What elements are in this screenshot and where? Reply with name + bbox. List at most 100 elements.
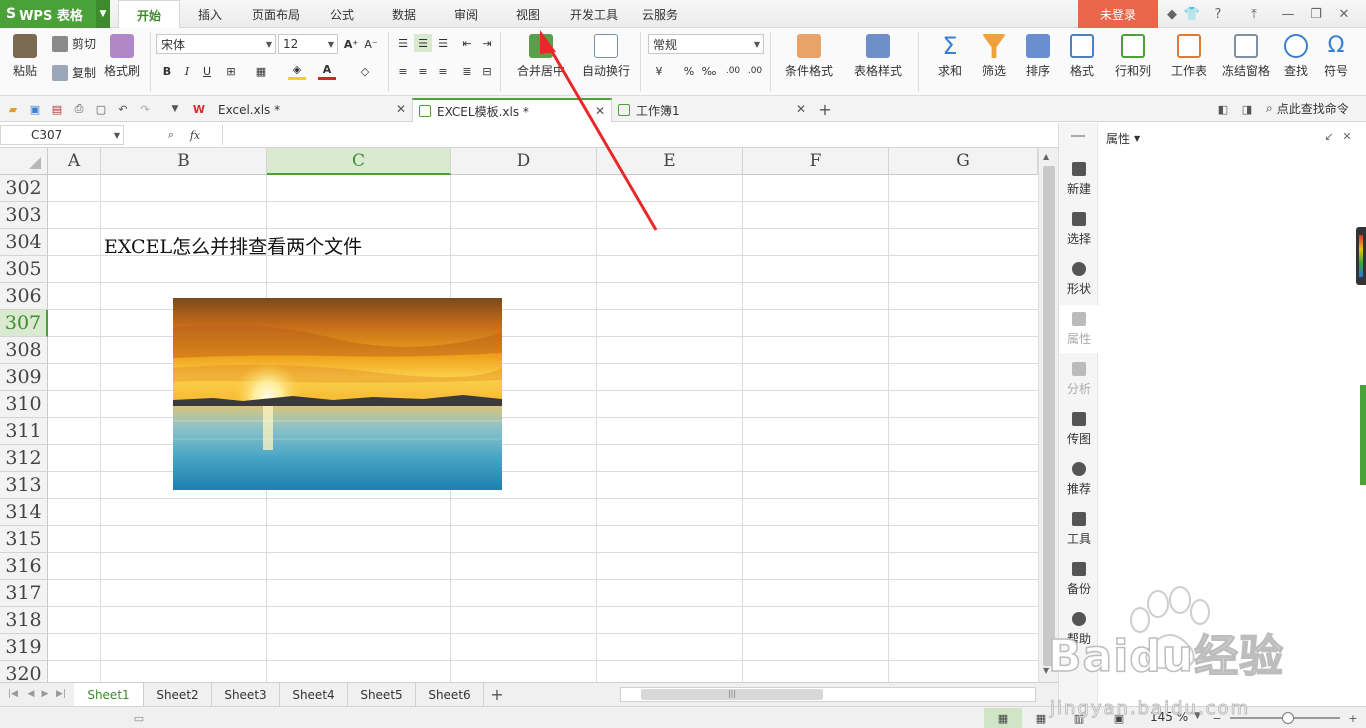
tab-page-layout[interactable]: 页面布局	[240, 0, 312, 28]
row-header[interactable]: 311	[0, 418, 48, 445]
doc-tab-excel-template[interactable]: EXCEL模板.xls * ✕	[412, 98, 612, 122]
new-tab-plus-icon[interactable]: +	[816, 100, 834, 119]
row-header[interactable]: 306	[0, 283, 48, 310]
row-header[interactable]: 308	[0, 337, 48, 364]
worksheet-button[interactable]: 工作表	[1164, 34, 1214, 79]
row-header[interactable]: 317	[0, 580, 48, 607]
undo-icon[interactable]: ↶	[114, 100, 132, 118]
row-header[interactable]: 318	[0, 607, 48, 634]
side-item-backup[interactable]: 备份	[1059, 555, 1099, 603]
print-preview-icon[interactable]: ▢	[92, 100, 110, 118]
wrap-text-button[interactable]: 自动换行	[580, 34, 632, 79]
side-item-upload-image[interactable]: 传图	[1059, 405, 1099, 453]
save-icon[interactable]: ▣	[26, 100, 44, 118]
normal-view-button[interactable]: ▦	[984, 708, 1022, 728]
tab-formula[interactable]: 公式	[316, 0, 368, 28]
share-icon[interactable]: ◨	[1238, 100, 1256, 118]
close-icon[interactable]: ✕	[1338, 127, 1356, 145]
row-header[interactable]: 316	[0, 553, 48, 580]
paste-button[interactable]: 粘贴	[8, 34, 42, 79]
cloud-doc-icon[interactable]: ◧	[1214, 100, 1232, 118]
cell-b304[interactable]: EXCEL怎么并排查看两个文件	[104, 232, 362, 259]
side-item-new[interactable]: 新建	[1059, 155, 1099, 203]
expand-sidebar-tab[interactable]	[1360, 385, 1366, 485]
copy-button[interactable]: 复制	[52, 64, 96, 81]
command-search[interactable]: ⌕ 点此查找命令	[1266, 100, 1349, 117]
underline-button[interactable]: U	[198, 62, 216, 80]
customize-dropdown-icon[interactable]: ▼	[166, 100, 184, 118]
column-header-f[interactable]: F	[743, 148, 889, 175]
help-icon[interactable]: ?	[1208, 4, 1228, 24]
page-break-view-icon[interactable]: ▦	[1032, 709, 1050, 727]
export-pdf-icon[interactable]: ▤	[48, 100, 66, 118]
close-icon[interactable]: ✕	[595, 104, 605, 118]
column-header-b[interactable]: B	[101, 148, 267, 175]
add-sheet-plus-icon[interactable]: +	[488, 685, 506, 704]
column-header-c[interactable]: C	[267, 148, 451, 175]
zoom-level[interactable]: 145 %	[1150, 710, 1188, 724]
tab-cloud[interactable]: 云服务	[634, 0, 686, 28]
scroll-up-icon[interactable]: ▲	[1043, 152, 1049, 161]
row-header[interactable]: 313	[0, 472, 48, 499]
skin-icon[interactable]: ◆	[1162, 4, 1182, 24]
filter-button[interactable]: 筛选	[974, 34, 1014, 79]
wps-app-menu-button[interactable]: S WPS 表格 ▼	[0, 0, 110, 28]
row-header[interactable]: 315	[0, 526, 48, 553]
floating-widget-handle[interactable]	[1356, 227, 1366, 285]
side-item-select[interactable]: 选择	[1059, 205, 1099, 253]
increase-decimal-button[interactable]: .00	[724, 62, 742, 80]
hscroll-thumb[interactable]: |||	[641, 689, 823, 700]
font-name-select[interactable]: 宋体 ▼	[156, 34, 276, 54]
tab-home[interactable]: 开始	[118, 0, 180, 29]
formula-input[interactable]	[222, 125, 1056, 145]
fill-color-icon[interactable]: ◈	[288, 62, 306, 80]
freeze-panes-button[interactable]: 冻结窗格	[1218, 34, 1274, 79]
zoom-dropdown-icon[interactable]: ▼	[1194, 711, 1201, 721]
conditional-format-button[interactable]: 条件格式	[778, 34, 840, 79]
sheet-tab-3[interactable]: Sheet3	[212, 683, 280, 706]
sheet-tab-4[interactable]: Sheet4	[280, 683, 348, 706]
select-all-corner[interactable]	[0, 148, 48, 175]
close-icon[interactable]: ✕	[796, 102, 806, 116]
distribute-icon[interactable]: ⊟	[478, 62, 496, 80]
tab-developer[interactable]: 开发工具	[564, 0, 624, 28]
tab-data[interactable]: 数据	[378, 0, 430, 28]
redo-icon[interactable]: ↷	[136, 100, 154, 118]
sheet-tab-1[interactable]: Sheet1	[74, 683, 144, 706]
row-header[interactable]: 312	[0, 445, 48, 472]
decrease-font-icon[interactable]: A⁻	[362, 35, 380, 53]
row-header[interactable]: 320	[0, 661, 48, 682]
indent-decrease-icon[interactable]: ⇤	[458, 34, 476, 52]
vertical-scrollbar[interactable]: ▲ ▼	[1038, 148, 1058, 682]
indent-increase-icon[interactable]: ⇥	[478, 34, 496, 52]
doc-tab-workbook1[interactable]: 工作簿1 ✕	[612, 98, 812, 122]
number-format-select[interactable]: 常规 ▼	[648, 34, 764, 54]
page-layout-view-icon[interactable]: ▥	[1070, 709, 1088, 727]
sheet-tab-2[interactable]: Sheet2	[144, 683, 212, 706]
print-icon[interactable]: ⎙	[70, 100, 88, 118]
zoom-in-icon[interactable]: +	[1344, 709, 1362, 727]
zoom-slider-thumb[interactable]	[1282, 712, 1294, 724]
font-color-icon[interactable]: A	[318, 62, 336, 80]
align-right-icon[interactable]: ≡	[434, 62, 452, 80]
login-button[interactable]: 未登录	[1078, 0, 1158, 28]
find-button[interactable]: 查找	[1276, 34, 1316, 79]
restore-icon[interactable]: ❐	[1306, 4, 1326, 24]
first-sheet-icon[interactable]: |◀	[4, 685, 22, 703]
italic-button[interactable]: I	[178, 62, 196, 80]
column-header-d[interactable]: D	[451, 148, 597, 175]
row-header[interactable]: 319	[0, 634, 48, 661]
row-header[interactable]: 302	[0, 175, 48, 202]
rows-cols-button[interactable]: 行和列	[1106, 34, 1160, 79]
align-top-icon[interactable]: ☰	[394, 34, 412, 52]
collapse-icon[interactable]: ↙	[1320, 127, 1338, 145]
border-icon[interactable]: ⊞	[222, 62, 240, 80]
justify-icon[interactable]: ≣	[458, 62, 476, 80]
format-button[interactable]: 格式	[1062, 34, 1102, 79]
align-center-icon[interactable]: ≡	[414, 62, 432, 80]
open-folder-icon[interactable]: ▰	[4, 100, 22, 118]
name-box[interactable]: C307 ▼	[0, 125, 124, 145]
clear-format-icon[interactable]: ◇	[356, 62, 374, 80]
drag-handle[interactable]	[1071, 135, 1085, 137]
zoom-out-icon[interactable]: −	[1208, 709, 1226, 727]
